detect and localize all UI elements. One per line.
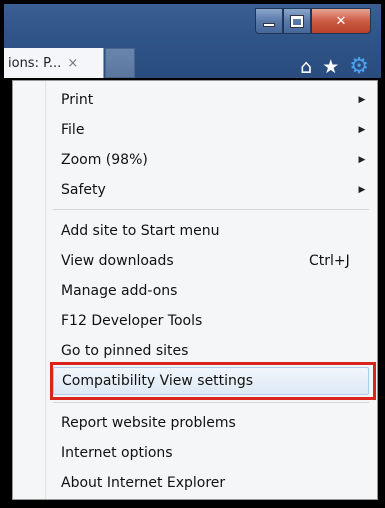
menu-separator [53, 209, 369, 210]
menu-item-developer-tools[interactable]: F12 Developer Tools [53, 309, 369, 333]
tab-close-icon[interactable]: × [67, 56, 78, 71]
menu-item-pinned-sites[interactable]: Go to pinned sites [53, 339, 369, 363]
menu-item-label: Safety [61, 182, 106, 198]
menu-item-label: About Internet Explorer [61, 475, 226, 491]
tools-menu: Print ▶ File ▶ Zoom (98%) ▶ Safety ▶ Add… [12, 80, 378, 500]
menu-item-label: Manage add-ons [61, 283, 178, 299]
browser-tab[interactable]: ions: P... × [4, 48, 104, 78]
menu-item-about[interactable]: About Internet Explorer [53, 471, 369, 495]
menu-item-print[interactable]: Print ▶ [53, 88, 369, 112]
menu-item-safety[interactable]: Safety ▶ [53, 178, 369, 202]
new-tab-button[interactable] [105, 48, 135, 78]
close-window-button[interactable]: ✕ [311, 8, 371, 34]
menu-icon-gutter [45, 81, 46, 499]
highlight-annotation-box [50, 362, 376, 400]
menu-item-label: View downloads [61, 253, 174, 269]
tab-title: ions: P... [8, 55, 62, 71]
menu-item-label: Print [61, 92, 94, 108]
menu-item-label: F12 Developer Tools [61, 313, 203, 329]
menu-item-label: Go to pinned sites [61, 343, 189, 359]
maximize-icon [291, 15, 303, 27]
maximize-button[interactable] [283, 8, 311, 34]
submenu-arrow-icon: ▶ [358, 185, 366, 195]
menu-item-manage-add-ons[interactable]: Manage add-ons [53, 279, 369, 303]
menu-item-label: Internet options [61, 445, 173, 461]
menu-item-zoom[interactable]: Zoom (98%) ▶ [53, 148, 369, 172]
menu-separator [53, 402, 369, 403]
star-icon[interactable]: ★ [322, 56, 339, 78]
menu-item-label: Add site to Start menu [61, 223, 220, 239]
menu-item-label: Zoom (98%) [61, 152, 148, 168]
menu-item-file[interactable]: File ▶ [53, 118, 369, 142]
menu-item-add-site-to-start[interactable]: Add site to Start menu [53, 219, 369, 243]
menu-item-report-problems[interactable]: Report website problems [53, 411, 369, 435]
command-icons: ⌂ ★ ⚙ [300, 56, 369, 79]
menu-item-label: File [61, 122, 85, 138]
menu-item-shortcut: Ctrl+J [309, 253, 350, 269]
submenu-arrow-icon: ▶ [358, 155, 366, 165]
close-icon: ✕ [335, 13, 347, 29]
menu-item-label: Report website problems [61, 415, 236, 431]
home-icon[interactable]: ⌂ [300, 56, 312, 78]
submenu-arrow-icon: ▶ [358, 95, 366, 105]
window-caption-buttons: ✕ [255, 8, 371, 35]
gear-icon[interactable]: ⚙ [349, 56, 369, 78]
minimize-button[interactable] [255, 8, 283, 34]
menu-item-internet-options[interactable]: Internet options [53, 441, 369, 465]
minimize-icon [263, 23, 275, 27]
submenu-arrow-icon: ▶ [358, 125, 366, 135]
menu-item-view-downloads[interactable]: View downloads Ctrl+J [53, 249, 369, 273]
